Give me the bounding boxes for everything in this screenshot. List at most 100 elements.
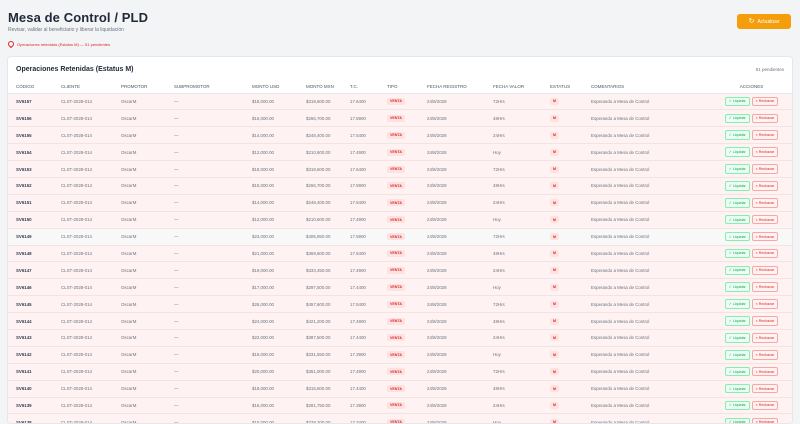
table-row[interactable]: SV6138 CLST-2028-014 OscarM — $15,000.00 $228…: [8, 413, 792, 424]
table-row[interactable]: SV6154 CLST-2028-014 OscarM — $12,000.00 $210…: [8, 143, 792, 161]
col-monto-mxn[interactable]: Monto MXN: [304, 81, 348, 94]
status-badge-cell: M: [548, 414, 589, 423]
row-tc: 17.5900: [350, 115, 366, 121]
liquidar-label: Liquidar: [732, 369, 746, 374]
row-actions: ✓ Liquidar × Rechazar: [707, 329, 792, 346]
rechazar-button[interactable]: × Rechazar: [751, 214, 779, 225]
table-row[interactable]: SV6145 CLST-2028-014 OscarM — $26,000.00 $457…: [8, 295, 792, 313]
liquidar-button[interactable]: ✓ Liquidar: [724, 333, 750, 343]
rechazar-button[interactable]: × Rechazar: [751, 147, 779, 157]
liquidar-button[interactable]: ✓ Liquidar: [724, 96, 750, 107]
col-promotor[interactable]: Promotor: [119, 81, 172, 94]
table-row[interactable]: SV6144 CLST-2028-014 OscarM — $24,000.00 $421…: [8, 312, 792, 330]
row-tc: 17.4400: [350, 284, 366, 290]
liquidar-button[interactable]: ✓ Liquidar: [724, 350, 750, 360]
rechazar-button[interactable]: × Rechazar: [751, 231, 779, 242]
rechazar-button[interactable]: × Rechazar: [751, 248, 779, 259]
table-row[interactable]: SV6155 CLST-2028-014 OscarM — $14,000.00 $248…: [8, 126, 792, 144]
col-comentarios[interactable]: Comentarios: [589, 81, 707, 94]
table-row[interactable]: SV6149 CLST-2028-014 OscarM — $23,000.00 $405…: [8, 228, 792, 246]
rechazar-button[interactable]: × Rechazar: [751, 400, 779, 411]
col-tipo[interactable]: Tipo: [385, 81, 425, 94]
rechazar-button[interactable]: × Rechazar: [751, 417, 779, 423]
row-fecha-registro: 24/8/2028: [427, 200, 447, 206]
liquidar-button[interactable]: ✓ Liquidar: [724, 181, 750, 191]
row-cliente: CLST-2028-014: [61, 419, 92, 424]
table-row[interactable]: SV6150 CLST-2028-014 OscarM — $12,000.00 $210…: [8, 211, 792, 229]
col-subpromotor[interactable]: Subpromotor: [172, 81, 250, 94]
liquidar-button[interactable]: ✓ Liquidar: [724, 417, 750, 423]
table-row[interactable]: SV6152 CLST-2028-014 OscarM — $15,000.00 $266…: [8, 177, 792, 195]
rechazar-button[interactable]: × Rechazar: [751, 333, 779, 343]
liquidar-button[interactable]: ✓ Liquidar: [724, 383, 750, 394]
page-subtitle: Revisar, validar al beneficiario y liber…: [8, 27, 124, 33]
rechazar-button[interactable]: × Rechazar: [751, 366, 779, 377]
row-fecha-valor: 72Hrs: [493, 234, 505, 240]
rechazar-button[interactable]: × Rechazar: [751, 265, 779, 276]
row-promotor: OscarM: [121, 419, 137, 424]
col-fecha-valor[interactable]: Fecha Valor: [491, 81, 548, 94]
type-badge-cell: VENTA: [385, 144, 425, 161]
row-cliente: CLST-2028-014: [61, 115, 92, 121]
rechazar-button[interactable]: × Rechazar: [751, 316, 779, 326]
liquidar-button[interactable]: ✓ Liquidar: [724, 265, 750, 276]
liquidar-button[interactable]: ✓ Liquidar: [724, 366, 750, 377]
row-subpromotor: —: [174, 267, 179, 273]
liquidar-button[interactable]: ✓ Liquidar: [724, 113, 750, 124]
liquidar-button[interactable]: ✓ Liquidar: [724, 231, 750, 242]
table-row[interactable]: SV6148 CLST-2028-014 OscarM — $21,000.00 $369…: [8, 245, 792, 262]
rechazar-button[interactable]: × Rechazar: [751, 96, 779, 107]
row-codigo: SV6141: [16, 369, 32, 375]
table-row[interactable]: SV6142 CLST-2028-014 OscarM — $18,000.00 $331…: [8, 346, 792, 364]
rechazar-label: Rechazar: [758, 99, 775, 104]
type-badge-cell: VENTA: [385, 380, 425, 397]
liquidar-button[interactable]: ✓ Liquidar: [724, 400, 750, 411]
table-row[interactable]: SV6156 CLST-2028-014 OscarM — $15,000.00 $266…: [8, 109, 792, 127]
liquidar-button[interactable]: ✓ Liquidar: [724, 282, 750, 293]
row-promotor: OscarM: [121, 98, 137, 104]
table-row[interactable]: SV6151 CLST-2028-014 OscarM — $14,000.00 $248…: [8, 194, 792, 212]
table-row[interactable]: SV6141 CLST-2028-014 OscarM — $20,000.00 $351…: [8, 363, 792, 381]
rechazar-button[interactable]: × Rechazar: [751, 181, 779, 191]
row-monto-usd: $18,000.00: [252, 352, 274, 358]
table-row[interactable]: SV6157 CLST-2028-014 OscarM — $18,000.00 $318…: [8, 93, 792, 110]
table-row[interactable]: SV6153 CLST-2028-014 OscarM — $18,000.00 $318…: [8, 160, 792, 178]
liquidar-button[interactable]: ✓ Liquidar: [724, 299, 750, 309]
row-codigo: SV6152: [16, 183, 32, 189]
table-row[interactable]: SV6146 CLST-2028-014 OscarM — $17,000.00 $297…: [8, 278, 792, 296]
table-row[interactable]: SV6140 CLST-2028-014 OscarM — $18,000.00 $315…: [8, 380, 792, 398]
row-actions: ✓ Liquidar × Rechazar: [707, 380, 792, 397]
rechazar-button[interactable]: × Rechazar: [751, 299, 779, 309]
liquidar-button[interactable]: ✓ Liquidar: [724, 214, 750, 225]
row-subpromotor: —: [174, 166, 179, 172]
row-monto-usd: $19,000.00: [252, 267, 274, 273]
liquidar-button[interactable]: ✓ Liquidar: [724, 248, 750, 259]
col-monto-usd[interactable]: Monto USD: [250, 81, 304, 94]
status-badge-cell: M: [548, 363, 589, 380]
liquidar-button[interactable]: ✓ Liquidar: [724, 130, 750, 141]
liquidar-button[interactable]: ✓ Liquidar: [724, 147, 750, 157]
col-tc[interactable]: T.C.: [348, 81, 385, 94]
liquidar-button[interactable]: ✓ Liquidar: [724, 197, 750, 208]
table-row[interactable]: SV6147 CLST-2028-014 OscarM — $19,000.00 $333…: [8, 261, 792, 279]
liquidar-button[interactable]: ✓ Liquidar: [724, 316, 750, 326]
table-row[interactable]: SV6139 CLST-2028-014 OscarM — $16,000.00 $281…: [8, 397, 792, 414]
liquidar-button[interactable]: ✓ Liquidar: [724, 164, 750, 174]
status-badge: M: [550, 216, 559, 224]
row-fecha-valor: Hoy: [493, 352, 501, 358]
rechazar-button[interactable]: × Rechazar: [751, 164, 779, 174]
rechazar-button[interactable]: × Rechazar: [751, 130, 779, 141]
col-fecha-registro[interactable]: Fecha Registro: [425, 81, 491, 94]
rechazar-button[interactable]: × Rechazar: [751, 383, 779, 394]
table-row[interactable]: SV6143 CLST-2028-014 OscarM — $22,000.00 $387…: [8, 329, 792, 347]
rechazar-button[interactable]: × Rechazar: [751, 197, 779, 208]
col-cliente[interactable]: Cliente: [59, 81, 119, 94]
col-estatus[interactable]: Estatus: [548, 81, 589, 94]
col-codigo[interactable]: Código: [8, 81, 59, 94]
rechazar-button[interactable]: × Rechazar: [751, 282, 779, 293]
row-monto-usd: $22,000.00: [252, 335, 274, 341]
refresh-button[interactable]: ↻ Actualizar: [737, 14, 791, 29]
rechazar-button[interactable]: × Rechazar: [751, 350, 779, 360]
rechazar-button[interactable]: × Rechazar: [751, 113, 779, 124]
row-fecha-registro: 24/8/2028: [427, 386, 447, 392]
